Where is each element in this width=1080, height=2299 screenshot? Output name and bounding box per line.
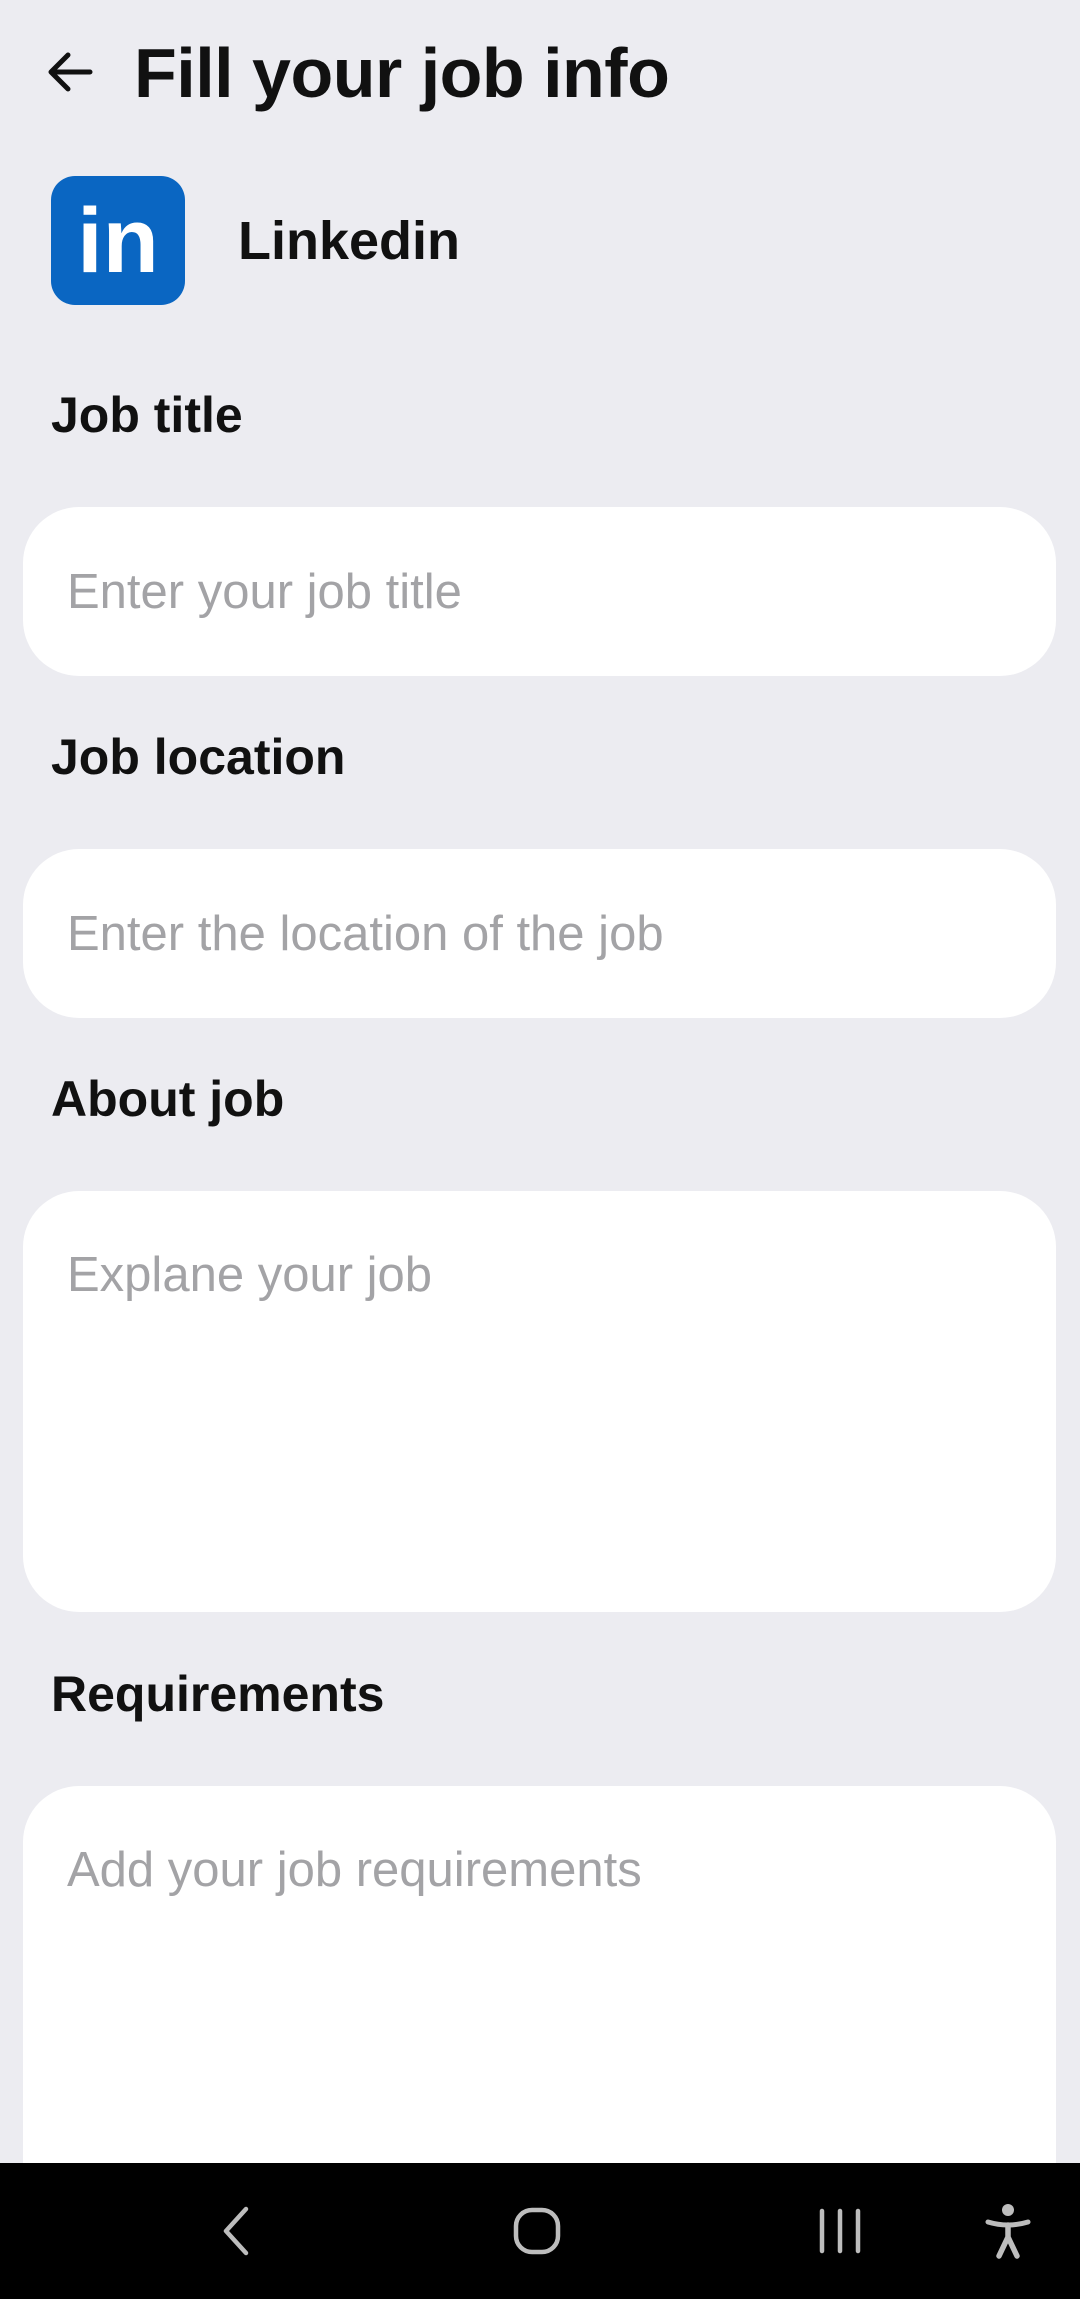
about-job-label: About job: [51, 1071, 285, 1127]
accessibility-button[interactable]: [963, 2191, 1053, 2271]
arrow-left-icon: [48, 52, 93, 92]
nav-recents-button[interactable]: [795, 2191, 885, 2271]
svg-text:in: in: [77, 190, 159, 292]
system-navigation-bar: [0, 2163, 1080, 2299]
requirements-label: Requirements: [51, 1666, 385, 1722]
accessibility-icon: [985, 2204, 1031, 2259]
job-title-input[interactable]: [67, 507, 1056, 676]
back-button[interactable]: [30, 32, 110, 112]
nav-recents-icon: [819, 2208, 861, 2254]
nav-home-button[interactable]: [492, 2191, 582, 2271]
about-job-field[interactable]: [23, 1191, 1056, 1612]
company-name: Linkedin: [238, 210, 461, 271]
job-location-input[interactable]: [67, 849, 1056, 1018]
job-title-field[interactable]: [23, 507, 1056, 676]
linkedin-logo-glyph: in: [77, 190, 159, 292]
company-row: in Linkedin: [51, 176, 460, 305]
page-title: Fill your job info: [134, 34, 670, 112]
linkedin-logo: in: [51, 176, 185, 305]
job-location-field[interactable]: [23, 849, 1056, 1018]
about-job-textarea[interactable]: [67, 1245, 1056, 1612]
nav-home-icon: [513, 2207, 561, 2255]
nav-back-button[interactable]: [191, 2191, 281, 2271]
job-location-label: Job location: [51, 729, 346, 785]
job-title-label: Job title: [51, 387, 243, 443]
app-header: Fill your job info: [0, 0, 1080, 150]
nav-back-icon: [223, 2206, 249, 2256]
